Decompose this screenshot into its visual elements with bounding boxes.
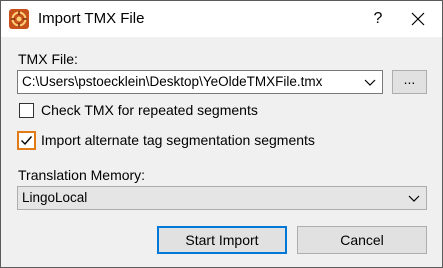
checkmark-icon <box>21 136 33 146</box>
chevron-down-icon <box>364 79 376 86</box>
window-title: Import TMX File <box>38 10 145 27</box>
check-repeated-label: Check TMX for repeated segments <box>41 102 258 118</box>
close-icon <box>411 12 425 26</box>
browse-button[interactable]: ... <box>392 70 427 94</box>
app-logo-icon <box>9 9 29 29</box>
import-alternate-checkbox[interactable] <box>17 131 36 150</box>
check-repeated-checkbox[interactable] <box>19 103 34 118</box>
title-bar: Import TMX File ? <box>1 1 442 37</box>
import-alternate-label: Import alternate tag segmentation segmen… <box>41 132 315 148</box>
close-button[interactable] <box>395 1 441 37</box>
translation-memory-value: LingoLocal <box>22 190 88 205</box>
translation-memory-select[interactable]: LingoLocal <box>17 186 427 210</box>
start-import-button[interactable]: Start Import <box>157 226 287 254</box>
tmx-file-path: C:\Users\pstoecklein\Desktop\YeOldeTMXFi… <box>22 74 323 89</box>
translation-memory-label: Translation Memory: <box>18 167 146 183</box>
cancel-button[interactable]: Cancel <box>297 226 427 254</box>
import-tmx-dialog: Import TMX File ? TMX File: C:\Users\pst… <box>0 0 443 268</box>
tmx-file-combo[interactable]: C:\Users\pstoecklein\Desktop\YeOldeTMXFi… <box>17 70 383 94</box>
tmx-file-label: TMX File: <box>18 51 78 67</box>
chevron-down-icon <box>408 195 420 202</box>
